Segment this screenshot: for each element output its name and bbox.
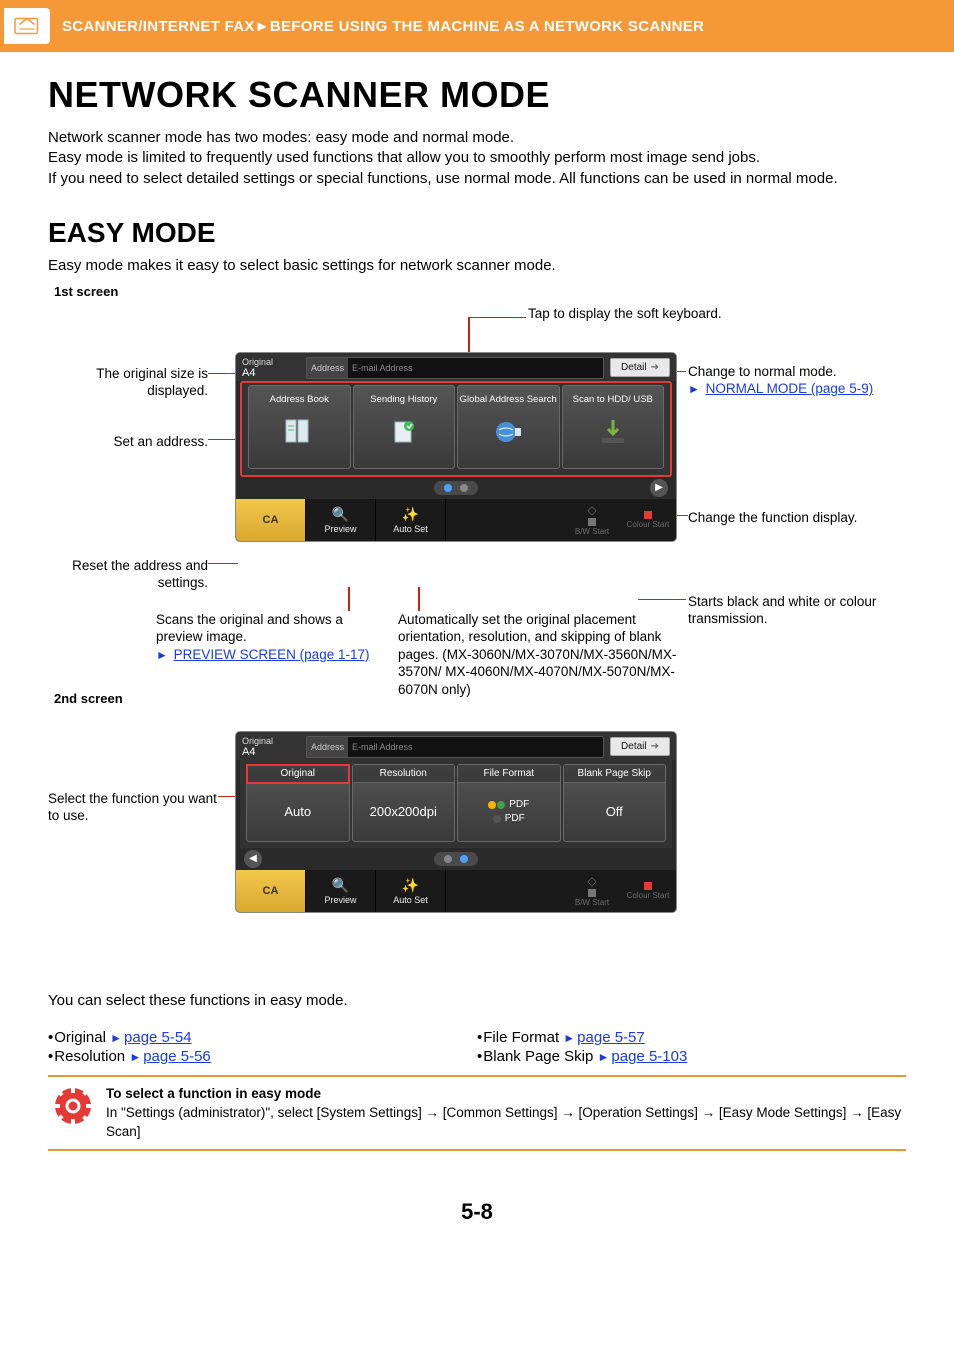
page-indicator: ▶ (236, 477, 676, 499)
fileformat-link[interactable]: page 5-57 (577, 1029, 645, 1046)
page-indicator: ◀ (236, 848, 676, 870)
easy-mode-desc: Easy mode makes it easy to select basic … (48, 257, 906, 274)
screen1-area: The original size is displayed. Set an a… (48, 305, 906, 685)
note-body: In "Settings (administrator)", select [S… (106, 1104, 902, 1142)
callout-select-func: Select the function you want to use. (48, 790, 218, 825)
file-format-tile[interactable]: File Format PDF PDF (457, 764, 561, 842)
callout-autoset: Automatically set the original placement… (398, 611, 698, 699)
global-search-tile[interactable]: Global Address Search (457, 385, 560, 469)
autoset-button[interactable]: ✨ Auto Set (376, 870, 446, 912)
bottom-toolbar: CA 🔍 Preview ✨ Auto Set ◇ B/W Start (236, 870, 676, 912)
preview-icon: 🔍 (332, 506, 349, 523)
chevron-right-icon: ➔ (651, 362, 659, 373)
callout-preview: Scans the original and shows a preview i… (156, 611, 386, 664)
note-title: To select a function in easy mode (106, 1085, 902, 1104)
address-book-tile[interactable]: Address Book (248, 385, 351, 469)
callout-soft-keyboard: Tap to display the soft keyboard. (528, 305, 722, 323)
colour-start-button[interactable]: Colour Start (620, 870, 676, 912)
functions-intro: You can select these functions in easy m… (48, 992, 906, 1009)
page-number: 5-8 (48, 1199, 906, 1225)
address-book-icon (282, 416, 316, 446)
bw-start-button[interactable]: ◇ B/W Start (564, 870, 620, 912)
preview-icon: 🔍 (332, 877, 349, 894)
device-screen-1: Original A4 Address E-mail Address Detai… (236, 353, 676, 541)
device-screen-2: Original A4 Address E-mail Address Detai… (236, 732, 676, 912)
original-size-display: Original A4 (242, 736, 300, 758)
normal-mode-link[interactable]: NORMAL MODE (page 5-9) (706, 381, 874, 396)
ca-button[interactable]: CA (236, 499, 306, 541)
preview-button[interactable]: 🔍 Preview (306, 499, 376, 541)
header-bar: SCANNER/INTERNET FAX►BEFORE USING THE MA… (0, 0, 954, 52)
chevron-right-icon: ➔ (651, 741, 659, 752)
screen1-label: 1st screen (54, 284, 906, 299)
globe-icon (491, 416, 525, 446)
functions-right: •File Format ►page 5-57 •Blank Page Skip… (477, 1027, 906, 1065)
blank-page-link[interactable]: page 5-103 (611, 1048, 687, 1065)
resolution-link[interactable]: page 5-56 (143, 1048, 211, 1065)
page-prev-button[interactable]: ◀ (244, 850, 262, 868)
function-tiles-row: Address Book Sending History Global Addr… (240, 381, 672, 477)
autoset-icon: ✨ (402, 506, 419, 523)
address-input[interactable]: Address E-mail Address (306, 736, 604, 758)
autoset-icon: ✨ (402, 877, 419, 894)
section-icon (4, 8, 50, 44)
resolution-tile[interactable]: Resolution 200x200dpi (352, 764, 456, 842)
diamond-icon: ◇ (587, 503, 596, 517)
colour-start-button[interactable]: Colour Start (620, 499, 676, 541)
link-arrow-icon: ► (156, 648, 168, 662)
gear-icon (52, 1085, 94, 1127)
easy-mode-heading: EASY MODE (48, 217, 906, 249)
original-tile[interactable]: Original Auto (246, 764, 350, 842)
intro-text: Network scanner mode has two modes: easy… (48, 128, 906, 189)
sending-history-tile[interactable]: Sending History (353, 385, 456, 469)
callout-start-bw: Starts black and white or colour transmi… (688, 593, 898, 628)
address-input[interactable]: Address E-mail Address (306, 357, 604, 379)
original-size-display: Original A4 (242, 357, 300, 379)
breadcrumb: SCANNER/INTERNET FAX►BEFORE USING THE MA… (62, 18, 704, 35)
callout-reset: Reset the address and settings. (48, 557, 208, 592)
diamond-icon: ◇ (587, 874, 596, 888)
preview-button[interactable]: 🔍 Preview (306, 870, 376, 912)
page-title: NETWORK SCANNER MODE (48, 74, 906, 116)
screen2-area: Select the function you want to use. Ori… (48, 712, 906, 992)
detail-button[interactable]: Detail ➔ (610, 358, 670, 377)
detail-button[interactable]: Detail ➔ (610, 737, 670, 756)
link-arrow-icon: ► (688, 382, 700, 396)
page-next-button[interactable]: ▶ (650, 479, 668, 497)
functions-left: •Original ►page 5-54 •Resolution ►page 5… (48, 1027, 477, 1065)
bottom-toolbar: CA 🔍 Preview ✨ Auto Set ◇ B/W Start (236, 499, 676, 541)
callout-normal-mode: Change to normal mode. ► NORMAL MODE (pa… (688, 363, 898, 398)
original-link[interactable]: page 5-54 (124, 1029, 192, 1046)
settings-note: To select a function in easy mode In "Se… (48, 1075, 906, 1152)
preview-screen-link[interactable]: PREVIEW SCREEN (page 1-17) (174, 647, 370, 662)
callout-change-func: Change the function display. (688, 509, 888, 527)
bw-start-button[interactable]: ◇ B/W Start (564, 499, 620, 541)
function-tiles-2: Original Auto Resolution 200x200dpi File… (240, 760, 672, 848)
blank-page-tile[interactable]: Blank Page Skip Off (563, 764, 667, 842)
scan-hdd-tile[interactable]: Scan to HDD/ USB (562, 385, 665, 469)
sending-history-icon (387, 416, 421, 446)
callout-original-size: The original size is displayed. (48, 365, 208, 400)
autoset-button[interactable]: ✨ Auto Set (376, 499, 446, 541)
callout-set-address: Set an address. (48, 433, 208, 451)
ca-button[interactable]: CA (236, 870, 306, 912)
scan-hdd-icon (596, 416, 630, 446)
